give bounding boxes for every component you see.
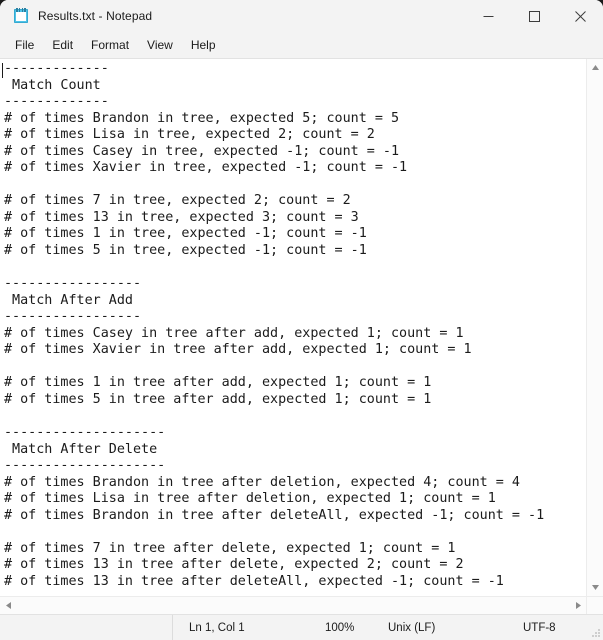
horizontal-scrollbar[interactable]	[0, 597, 586, 614]
scroll-right-icon[interactable]	[570, 597, 586, 614]
scroll-up-icon[interactable]	[587, 59, 603, 76]
status-zoom[interactable]: 100%	[325, 622, 388, 634]
notepad-window: Results.txt - Notepad File Edit Format V…	[0, 0, 603, 640]
menu-item-help[interactable]: Help	[182, 35, 225, 55]
close-icon[interactable]	[557, 0, 603, 32]
editor-area: ------------- Match Count ------------- …	[0, 58, 603, 596]
title-bar[interactable]: Results.txt - Notepad	[0, 0, 603, 32]
vertical-scrollbar[interactable]	[586, 59, 603, 596]
window-title: Results.txt - Notepad	[38, 9, 153, 23]
scroll-left-icon[interactable]	[0, 597, 16, 614]
menu-bar: File Edit Format View Help	[0, 32, 603, 58]
resize-grip[interactable]	[592, 629, 600, 637]
maximize-icon[interactable]	[511, 0, 557, 32]
menu-item-view[interactable]: View	[138, 35, 182, 55]
text-editor[interactable]: ------------- Match Count ------------- …	[0, 59, 586, 596]
status-bar: Ln 1, Col 1 100% Unix (LF) UTF-8	[0, 614, 603, 640]
text-caret	[2, 63, 3, 78]
notepad-icon	[13, 8, 29, 24]
window-controls	[465, 0, 603, 32]
status-encoding[interactable]: UTF-8	[523, 622, 556, 634]
menu-item-format[interactable]: Format	[82, 35, 138, 55]
horizontal-scrollbar-row	[0, 596, 603, 614]
menu-item-edit[interactable]: Edit	[43, 35, 82, 55]
menu-item-file[interactable]: File	[6, 35, 43, 55]
document-text[interactable]: ------------- Match Count ------------- …	[0, 61, 586, 591]
scroll-down-icon[interactable]	[587, 579, 603, 596]
scrollbar-corner	[586, 597, 603, 614]
status-position[interactable]: Ln 1, Col 1	[173, 622, 325, 634]
status-line-ending[interactable]: Unix (LF)	[388, 622, 523, 634]
minimize-icon[interactable]	[465, 0, 511, 32]
